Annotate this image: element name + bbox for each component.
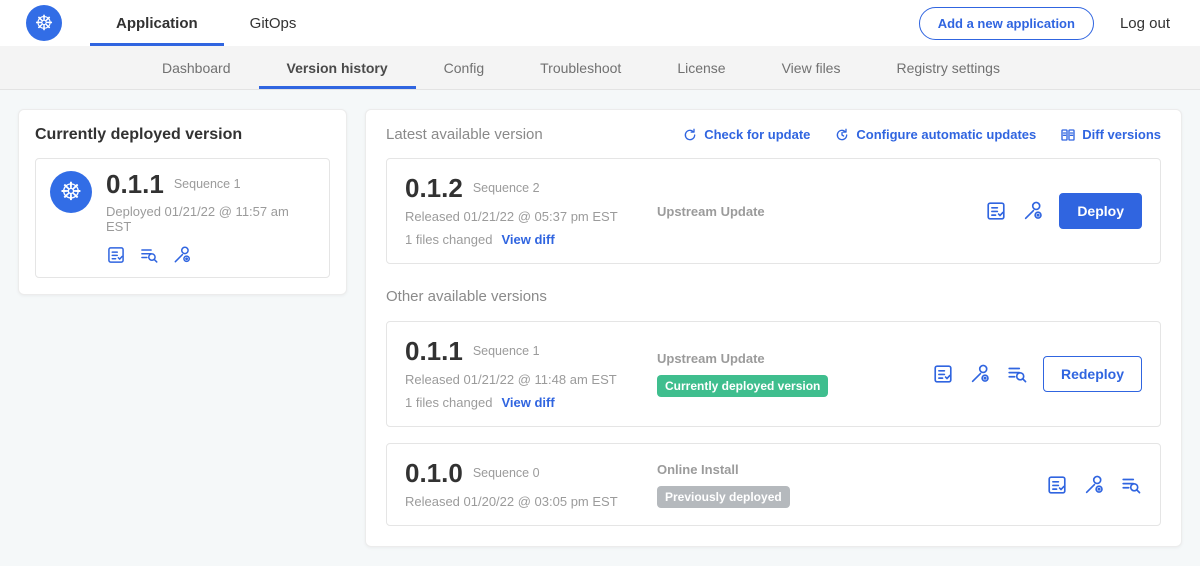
deployed-version-box: ☸ 0.1.1 Sequence 1 Deployed 01/21/22 @ 1… bbox=[35, 158, 330, 278]
redeploy-button[interactable]: Redeploy bbox=[1043, 356, 1142, 392]
subnav-label: Dashboard bbox=[162, 60, 231, 76]
deployed-icon-row bbox=[106, 245, 315, 265]
diff-versions-label: Diff versions bbox=[1082, 127, 1161, 142]
kubernetes-helm-glyph: ☸ bbox=[35, 13, 54, 34]
version-files: 1 files changed View diff bbox=[405, 395, 657, 410]
subnav-label: Config bbox=[444, 60, 484, 76]
version-released: Released 01/21/22 @ 05:37 pm EST bbox=[405, 209, 657, 224]
available-actions: Check for update Configure automatic upd… bbox=[682, 127, 1161, 143]
deployed-date: Deployed 01/21/22 @ 11:57 am EST bbox=[106, 204, 315, 234]
currently-deployed-title: Currently deployed version bbox=[35, 126, 330, 144]
top-header: ☸ Application GitOps Add a new applicati… bbox=[0, 0, 1200, 46]
edit-config-icon[interactable] bbox=[1022, 200, 1044, 222]
header-right: Add a new application Log out bbox=[919, 7, 1170, 40]
subnav-item-version-history[interactable]: Version history bbox=[259, 46, 416, 89]
kubernetes-helm-glyph: ☸ bbox=[60, 177, 82, 207]
subnav-label: Troubleshoot bbox=[540, 60, 621, 76]
tab-gitops-label: GitOps bbox=[250, 15, 297, 32]
subnav-label: View files bbox=[782, 60, 841, 76]
preflight-checks-icon[interactable] bbox=[932, 363, 954, 385]
app-subnav: Dashboard Version history Config Trouble… bbox=[0, 46, 1200, 90]
version-number: 0.1.2 bbox=[405, 175, 463, 201]
version-source: Upstream Update bbox=[657, 351, 932, 366]
version-source: Upstream Update bbox=[657, 204, 932, 219]
deployed-version-sequence: Sequence 1 bbox=[174, 177, 241, 191]
files-changed-label: 1 files changed bbox=[405, 395, 492, 410]
deployed-version-number: 0.1.1 bbox=[106, 171, 164, 197]
version-sequence: Sequence 2 bbox=[473, 181, 540, 195]
subnav-label: Version history bbox=[287, 60, 388, 76]
version-source: Online Install bbox=[657, 462, 932, 477]
currently-deployed-card: Currently deployed version ☸ 0.1.1 Seque… bbox=[18, 109, 347, 295]
version-actions bbox=[1046, 474, 1142, 496]
deployed-version-info: 0.1.1 Sequence 1 Deployed 01/21/22 @ 11:… bbox=[106, 171, 315, 265]
auto-updates-icon bbox=[834, 127, 850, 143]
version-released: Released 01/20/22 @ 03:05 pm EST bbox=[405, 494, 657, 509]
subnav-item-registry-settings[interactable]: Registry settings bbox=[868, 46, 1027, 89]
version-row-0.1.2: 0.1.2 Sequence 2 Released 01/21/22 @ 05:… bbox=[386, 158, 1161, 264]
currently-deployed-badge: Currently deployed version bbox=[657, 375, 828, 397]
view-diff-link[interactable]: View diff bbox=[501, 395, 554, 410]
subnav-item-troubleshoot[interactable]: Troubleshoot bbox=[512, 46, 649, 89]
subnav-item-config[interactable]: Config bbox=[416, 46, 512, 89]
version-sequence: Sequence 0 bbox=[473, 466, 540, 480]
deploy-logs-icon[interactable] bbox=[1006, 363, 1028, 385]
subnav-item-view-files[interactable]: View files bbox=[754, 46, 869, 89]
tab-application-label: Application bbox=[116, 15, 198, 32]
edit-config-icon[interactable] bbox=[172, 245, 192, 265]
main-content: Currently deployed version ☸ 0.1.1 Seque… bbox=[0, 90, 1200, 566]
configure-automatic-updates-link[interactable]: Configure automatic updates bbox=[834, 127, 1036, 143]
available-header: Latest available version Check for updat… bbox=[386, 126, 1161, 143]
available-versions-card: Latest available version Check for updat… bbox=[365, 109, 1182, 547]
kubernetes-logo-icon: ☸ bbox=[26, 5, 62, 41]
edit-config-icon[interactable] bbox=[1083, 474, 1105, 496]
version-released: Released 01/21/22 @ 11:48 am EST bbox=[405, 372, 657, 387]
view-diff-link[interactable]: View diff bbox=[501, 232, 554, 247]
check-update-icon bbox=[682, 127, 698, 143]
version-sequence: Sequence 1 bbox=[473, 344, 540, 358]
add-application-button[interactable]: Add a new application bbox=[919, 7, 1094, 40]
files-changed-label: 1 files changed bbox=[405, 232, 492, 247]
subnav-item-dashboard[interactable]: Dashboard bbox=[134, 46, 259, 89]
subnav-item-license[interactable]: License bbox=[649, 46, 753, 89]
subnav-label: License bbox=[677, 60, 725, 76]
check-for-update-link[interactable]: Check for update bbox=[682, 127, 810, 143]
version-files: 1 files changed View diff bbox=[405, 232, 657, 247]
header-tabs: Application GitOps bbox=[90, 0, 322, 46]
preflight-checks-icon[interactable] bbox=[1046, 474, 1068, 496]
deploy-button[interactable]: Deploy bbox=[1059, 193, 1142, 229]
tab-application[interactable]: Application bbox=[90, 0, 224, 46]
previously-deployed-badge: Previously deployed bbox=[657, 486, 790, 508]
version-actions: Redeploy bbox=[932, 356, 1142, 392]
version-actions: Deploy bbox=[985, 193, 1142, 229]
version-info: 0.1.0 Sequence 0 Released 01/20/22 @ 03:… bbox=[405, 460, 657, 509]
diff-versions-link[interactable]: Diff versions bbox=[1060, 127, 1161, 143]
version-number: 0.1.0 bbox=[405, 460, 463, 486]
tab-gitops[interactable]: GitOps bbox=[224, 0, 323, 46]
app-icon: ☸ bbox=[50, 171, 92, 213]
version-source-col: Online Install Previously deployed bbox=[657, 462, 932, 508]
check-for-update-label: Check for update bbox=[704, 127, 810, 142]
other-available-title: Other available versions bbox=[386, 288, 1161, 305]
latest-available-title: Latest available version bbox=[386, 126, 543, 143]
version-number: 0.1.1 bbox=[405, 338, 463, 364]
logout-link[interactable]: Log out bbox=[1120, 15, 1170, 32]
diff-versions-icon bbox=[1060, 127, 1076, 143]
version-row-0.1.1: 0.1.1 Sequence 1 Released 01/21/22 @ 11:… bbox=[386, 321, 1161, 427]
subnav-label: Registry settings bbox=[896, 60, 999, 76]
version-source-col: Upstream Update Currently deployed versi… bbox=[657, 351, 932, 397]
version-info: 0.1.1 Sequence 1 Released 01/21/22 @ 11:… bbox=[405, 338, 657, 410]
configure-automatic-updates-label: Configure automatic updates bbox=[856, 127, 1036, 142]
deploy-logs-icon[interactable] bbox=[139, 245, 159, 265]
version-info: 0.1.2 Sequence 2 Released 01/21/22 @ 05:… bbox=[405, 175, 657, 247]
edit-config-icon[interactable] bbox=[969, 363, 991, 385]
preflight-checks-icon[interactable] bbox=[106, 245, 126, 265]
preflight-checks-icon[interactable] bbox=[985, 200, 1007, 222]
deploy-logs-icon[interactable] bbox=[1120, 474, 1142, 496]
version-row-0.1.0: 0.1.0 Sequence 0 Released 01/20/22 @ 03:… bbox=[386, 443, 1161, 526]
version-source-col: Upstream Update bbox=[657, 204, 932, 219]
